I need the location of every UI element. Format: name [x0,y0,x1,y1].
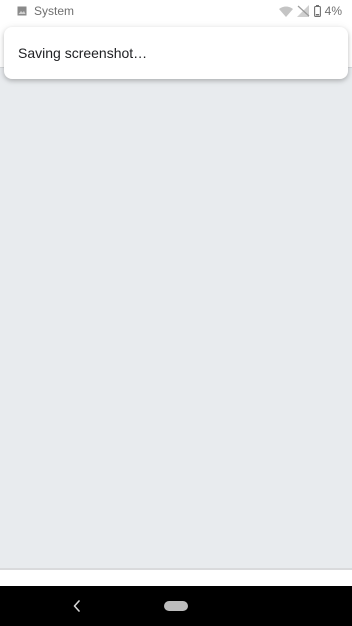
content-area [0,68,352,568]
battery-low-icon [313,5,321,17]
home-pill-icon[interactable] [164,601,188,611]
status-right-group: 4% [278,4,342,18]
navigation-bar [0,586,352,626]
no-signal-icon [296,5,310,17]
bottom-panel-edge [0,568,352,586]
status-bar: System 4% [0,0,352,22]
image-notification-icon [17,6,27,16]
wifi-icon [278,6,293,17]
back-icon[interactable] [68,597,86,615]
screenshot-toast[interactable]: Saving screenshot… [4,27,348,79]
toast-message: Saving screenshot… [18,45,148,61]
notification-app-label: System [34,4,75,18]
battery-percent: 4% [324,4,342,18]
status-left-group: System [17,4,74,18]
